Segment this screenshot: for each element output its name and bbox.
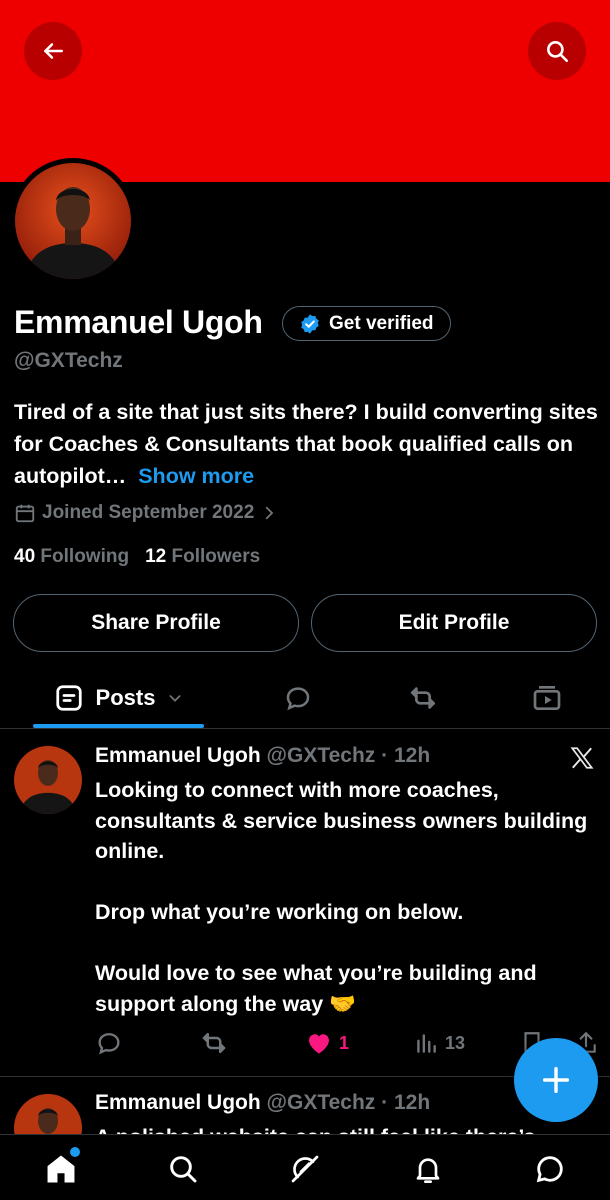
followers-link[interactable]: 12 Followers <box>145 546 260 568</box>
reply-icon <box>286 687 310 711</box>
post-avatar-photo <box>14 746 82 814</box>
verified-badge-icon <box>301 313 319 334</box>
back-arrow-icon <box>44 43 63 59</box>
repost-icon <box>411 687 435 709</box>
tab-media[interactable] <box>517 668 577 728</box>
nav-messages[interactable] <box>532 1151 568 1187</box>
profile-name: Emmanuel Ugoh <box>14 304 263 340</box>
bio-text: Tired of a site that just sits there? I … <box>14 400 598 488</box>
home-notification-dot <box>70 1147 80 1157</box>
repost-button[interactable] <box>199 1026 229 1060</box>
tab-reposts[interactable] <box>393 668 453 728</box>
share-profile-button[interactable]: Share Profile <box>13 594 299 652</box>
like-button[interactable]: 1 <box>305 1026 349 1060</box>
tab-replies[interactable] <box>268 668 328 728</box>
post-header: Emmanuel Ugoh @GXTechz · 12h <box>95 744 430 768</box>
tabs-divider <box>0 728 610 729</box>
followers-label: Followers <box>171 546 261 567</box>
following-link[interactable]: 40 Following <box>14 546 129 568</box>
plus-icon <box>542 1066 570 1094</box>
x-logo-icon <box>570 747 594 769</box>
joined-label: Joined September 2022 <box>42 502 255 523</box>
post-avatar[interactable] <box>14 746 82 814</box>
back-button[interactable] <box>24 22 82 80</box>
post-meta: @GXTechz · 12h <box>266 744 431 767</box>
reply-button[interactable] <box>95 1026 123 1060</box>
profile-banner <box>0 0 610 182</box>
repost-icon <box>202 1033 226 1053</box>
views-icon <box>417 1034 436 1053</box>
bell-icon <box>416 1158 440 1183</box>
chevron-down-icon <box>169 695 181 702</box>
bottom-navigation <box>0 1134 610 1200</box>
nav-notifications[interactable] <box>410 1151 446 1187</box>
avatar-photo <box>15 163 131 279</box>
get-verified-label: Get verified <box>329 312 434 334</box>
compose-button[interactable] <box>514 1038 598 1122</box>
post-author-name[interactable]: Emmanuel Ugoh <box>95 1091 261 1114</box>
reply-icon <box>98 1033 120 1055</box>
nav-search[interactable] <box>165 1151 201 1187</box>
chevron-right-icon <box>266 506 274 520</box>
tab-posts[interactable]: Posts <box>33 668 204 728</box>
profile-tabs: Posts <box>0 668 610 728</box>
media-icon <box>533 686 561 710</box>
edit-profile-button[interactable]: Edit Profile <box>311 594 597 652</box>
like-count: 1 <box>339 1032 350 1053</box>
views-button[interactable]: 13 <box>413 1026 465 1060</box>
views-count: 13 <box>445 1032 466 1053</box>
joined-date[interactable]: Joined September 2022 <box>14 502 278 524</box>
heart-icon <box>309 1034 329 1054</box>
post-meta: @GXTechz · 12h <box>266 1091 431 1114</box>
profile-handle: @GXTechz <box>14 349 123 372</box>
home-icon <box>47 1155 75 1183</box>
followers-count: 12 <box>145 546 167 567</box>
search-button[interactable] <box>528 22 586 80</box>
show-more-link[interactable]: Show more <box>138 464 254 488</box>
nav-grok[interactable] <box>287 1151 323 1187</box>
post-text: Looking to connect with more coaches, co… <box>95 778 588 1016</box>
profile-bio: Tired of a site that just sits there? I … <box>14 396 604 492</box>
grok-icon <box>291 1155 319 1183</box>
chat-icon <box>536 1156 563 1183</box>
profile-avatar[interactable] <box>10 158 136 284</box>
search-icon <box>547 41 569 63</box>
post-author-name[interactable]: Emmanuel Ugoh <box>95 744 261 767</box>
calendar-icon <box>15 504 35 523</box>
following-count: 40 <box>14 546 36 567</box>
get-verified-button[interactable]: Get verified <box>282 306 451 341</box>
following-label: Following <box>40 546 130 567</box>
follow-stats: 40 Following 12 Followers <box>14 546 260 568</box>
posts-tab-icon <box>55 685 82 711</box>
tab-posts-label: Posts <box>95 685 156 710</box>
post-text-partial: A polished website can still feel like t… <box>95 1122 595 1134</box>
search-icon <box>170 1156 197 1183</box>
post-header: Emmanuel Ugoh @GXTechz · 12h <box>95 1091 430 1115</box>
